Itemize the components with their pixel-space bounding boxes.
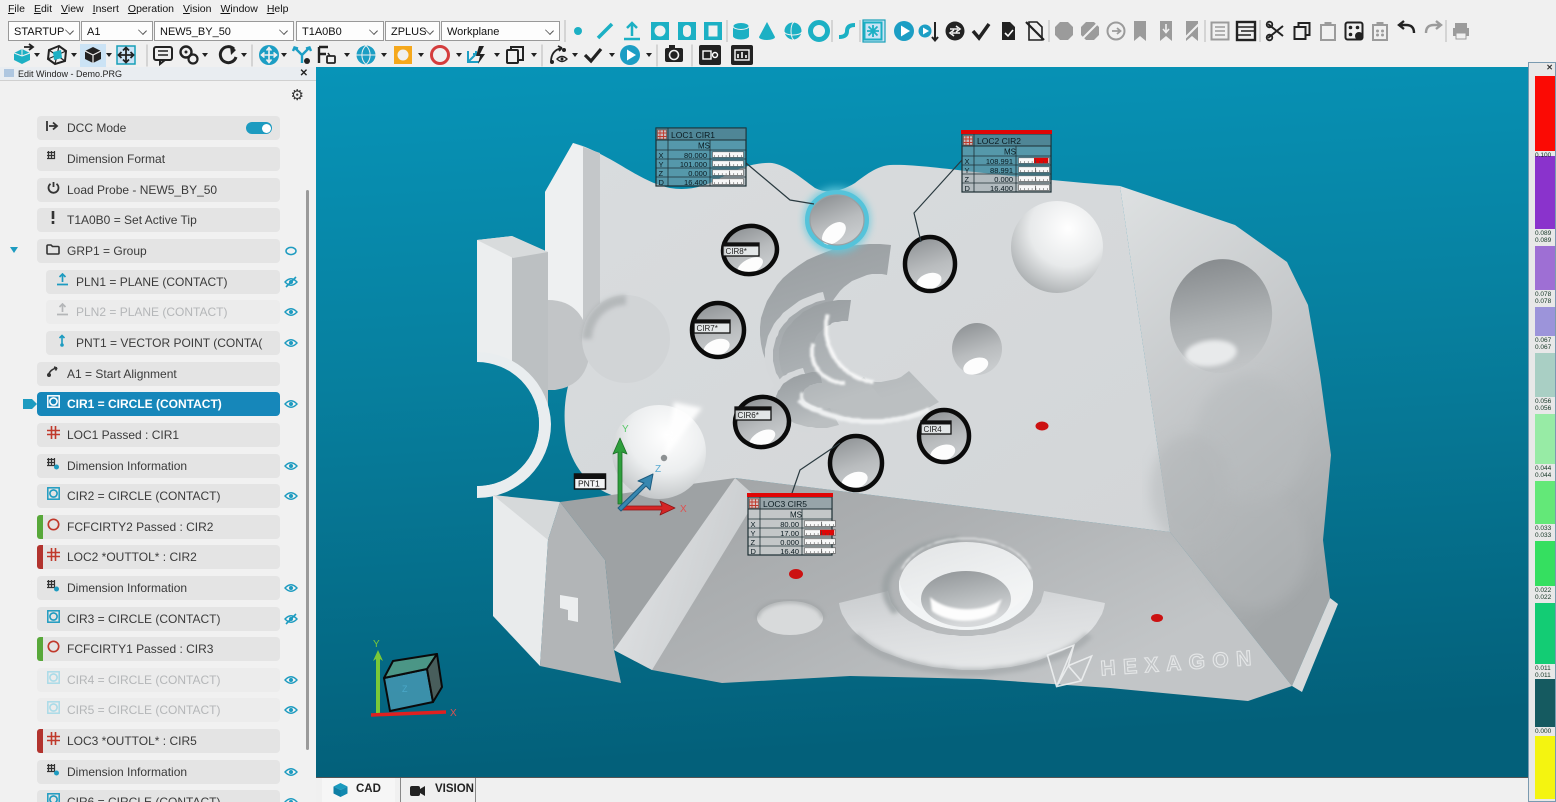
svg-text:LOC2 CIR2: LOC2 CIR2 [977, 136, 1021, 146]
svg-text:LOC3 CIR5: LOC3 CIR5 [763, 499, 807, 509]
svg-text:PNT1: PNT1 [578, 479, 600, 489]
svg-text:Y: Y [622, 424, 629, 435]
svg-text:Z: Z [655, 464, 661, 475]
svg-text:Z: Z [402, 684, 408, 694]
svg-text:X: X [450, 708, 457, 719]
svg-text:CIR6*: CIR6* [738, 411, 759, 420]
svg-text:MS: MS [1004, 148, 1016, 157]
svg-text:CIR4: CIR4 [924, 425, 943, 434]
svg-text:MS: MS [790, 511, 802, 520]
svg-text:Y: Y [373, 639, 380, 650]
svg-text:CIR8*: CIR8* [726, 247, 747, 256]
svg-text:CIR7*: CIR7* [697, 324, 718, 333]
svg-text:LOC1 CIR1: LOC1 CIR1 [671, 130, 715, 140]
svg-text:X: X [680, 504, 687, 515]
svg-text:MS: MS [698, 142, 710, 151]
